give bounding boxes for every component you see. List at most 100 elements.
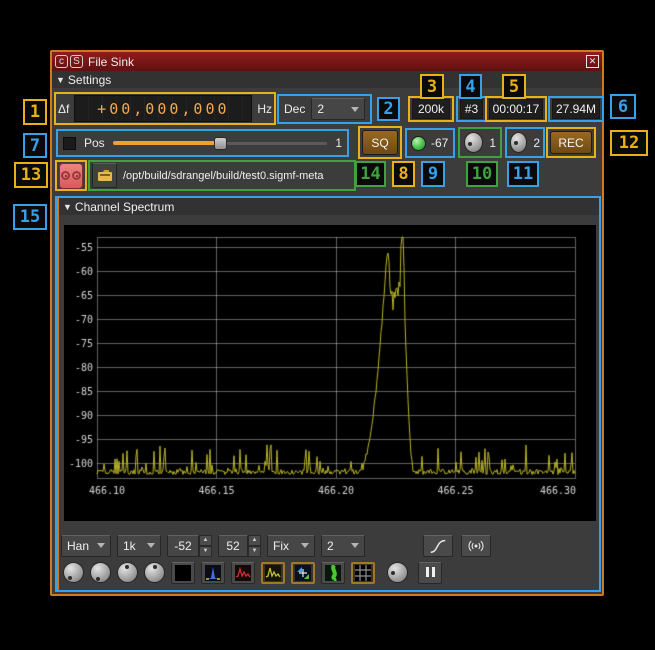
fft-size-select[interactable]: 1k: [117, 535, 161, 557]
callout-1: 1: [23, 99, 47, 125]
waterfall-button[interactable]: [321, 562, 345, 584]
spectrum-rollup-header[interactable]: ▼ Channel Spectrum: [59, 198, 599, 215]
titlebar[interactable]: c S File Sink ✕: [52, 52, 602, 71]
power-range-value: 52: [218, 535, 248, 557]
black-screen-icon: [175, 565, 191, 581]
decimation-select[interactable]: 2: [311, 98, 365, 120]
record-size-display: 27.94M: [552, 99, 600, 119]
post-squelch-knob[interactable]: [510, 132, 527, 153]
decay-divisor-knob[interactable]: [117, 562, 138, 583]
squelch-button[interactable]: SQ: [362, 130, 398, 155]
sequence-display: #3: [460, 99, 483, 119]
position-checkbox[interactable]: [63, 137, 76, 150]
squelch-led-icon: [411, 136, 426, 151]
current-trace-button[interactable]: [261, 562, 285, 584]
green-waterfall-icon: [325, 565, 341, 581]
channel-settings-button[interactable]: S: [70, 55, 83, 68]
delta-f-label: Δf: [58, 102, 69, 116]
max-hold-button[interactable]: [201, 562, 225, 584]
spectrum-header-label: Channel Spectrum: [75, 200, 174, 214]
freeze-button[interactable]: [418, 562, 442, 584]
ref-level-value: -52: [167, 535, 199, 557]
red-trace-icon: [235, 565, 251, 581]
pause-icon: [424, 564, 436, 582]
tape-reel-icon: [72, 171, 81, 180]
position-slider[interactable]: [113, 136, 328, 150]
window-title: File Sink: [88, 55, 586, 69]
display-clear-button[interactable]: [171, 562, 195, 584]
post-squelch-value: 2: [533, 136, 540, 150]
decimation-group: Dec 2: [277, 94, 372, 124]
callout-15: 15: [13, 204, 47, 230]
spin-down-icon[interactable]: ▼: [248, 546, 261, 557]
callout-6: 6: [610, 94, 636, 119]
record-time-group: 00:00:17: [485, 96, 547, 122]
chevron-down-icon: [147, 543, 155, 552]
fft-window-select[interactable]: Han: [61, 535, 111, 557]
grid-intensity-knob[interactable]: [387, 562, 408, 583]
power-range-spinner[interactable]: 52 ▲▼: [218, 535, 261, 557]
callout-12: 12: [610, 130, 648, 156]
record-toggle-button[interactable]: [59, 163, 83, 189]
folder-icon: [97, 169, 113, 183]
record-size-group: 27.94M: [548, 96, 604, 122]
callout-7: 7: [23, 133, 47, 158]
averaging-count-value: 2: [327, 539, 334, 553]
frequency-group: Δf +00,000,000 Hz: [54, 92, 276, 125]
close-icon: ✕: [589, 56, 597, 66]
callout-8: 8: [392, 161, 415, 187]
stroke-knob[interactable]: [144, 562, 165, 583]
averaging-count-select[interactable]: 2: [321, 535, 365, 557]
averaging-mode-select[interactable]: Fix: [267, 535, 315, 557]
yellow-trace-icon: [265, 565, 281, 581]
frequency-dial-digits: +00,000,000: [97, 100, 229, 118]
callout-10: 10: [466, 161, 498, 187]
grid-icon: [355, 565, 371, 581]
channel-color-button[interactable]: c: [55, 55, 68, 68]
close-button[interactable]: ✕: [586, 55, 599, 68]
tape-reel-icon: [61, 171, 70, 180]
grid-button[interactable]: [351, 562, 375, 584]
rollup-accent-bar: [57, 198, 59, 590]
rec-button[interactable]: REC: [550, 131, 592, 154]
spin-down-icon[interactable]: ▼: [199, 546, 212, 557]
file-select-button[interactable]: [92, 163, 117, 188]
waterfall-share-knob[interactable]: [63, 562, 84, 583]
spectrum-plot[interactable]: [64, 225, 596, 521]
filter-response-button[interactable]: [423, 535, 453, 557]
sample-rate-group: 200k: [408, 96, 454, 122]
callout-4: 4: [459, 74, 482, 99]
callout-11: 11: [507, 161, 539, 187]
position-label: Pos: [84, 136, 105, 150]
frequency-dial[interactable]: +00,000,000: [74, 95, 252, 122]
position-value: 1: [335, 136, 342, 150]
squelch-indicator-group: -67: [405, 128, 455, 158]
spin-up-icon[interactable]: ▲: [248, 535, 261, 546]
squelch-group: SQ: [358, 126, 402, 159]
record-toggle-group: [55, 160, 87, 191]
chevron-down-icon: [351, 107, 359, 116]
callout-2: 2: [377, 97, 400, 121]
broadcast-button[interactable]: [461, 535, 491, 557]
screenshot-stage: c S File Sink ✕ ▼ Settings Δf +00,000,00…: [0, 0, 655, 650]
settings-header-label: Settings: [68, 73, 111, 87]
chevron-down-icon: [301, 543, 309, 552]
file-sink-window: c S File Sink ✕ ▼ Settings Δf +00,000,00…: [50, 50, 604, 596]
callout-14: 14: [355, 161, 386, 187]
sequence-group: #3: [456, 96, 487, 122]
spectrum-waterfall-placement-button[interactable]: [291, 562, 315, 584]
sample-rate-display: 200k: [412, 99, 450, 119]
file-select-group: /opt/build/sdrangel/build/test0.sigmf-me…: [88, 160, 356, 191]
callout-3: 3: [420, 74, 444, 99]
decimation-label: Dec: [284, 102, 305, 116]
post-squelch-knob-group: 2: [505, 127, 545, 158]
ref-level-spinner[interactable]: -52 ▲▼: [167, 535, 212, 557]
squelch-level-knob[interactable]: [464, 132, 483, 153]
filter-curve-icon: [429, 537, 447, 555]
histogram-button[interactable]: [231, 562, 255, 584]
slider-handle[interactable]: [214, 137, 227, 150]
spin-up-icon[interactable]: ▲: [199, 535, 212, 546]
decay-knob[interactable]: [90, 562, 111, 583]
collapse-arrow-icon: ▼: [63, 202, 72, 212]
squelch-power-value: -67: [431, 136, 448, 150]
